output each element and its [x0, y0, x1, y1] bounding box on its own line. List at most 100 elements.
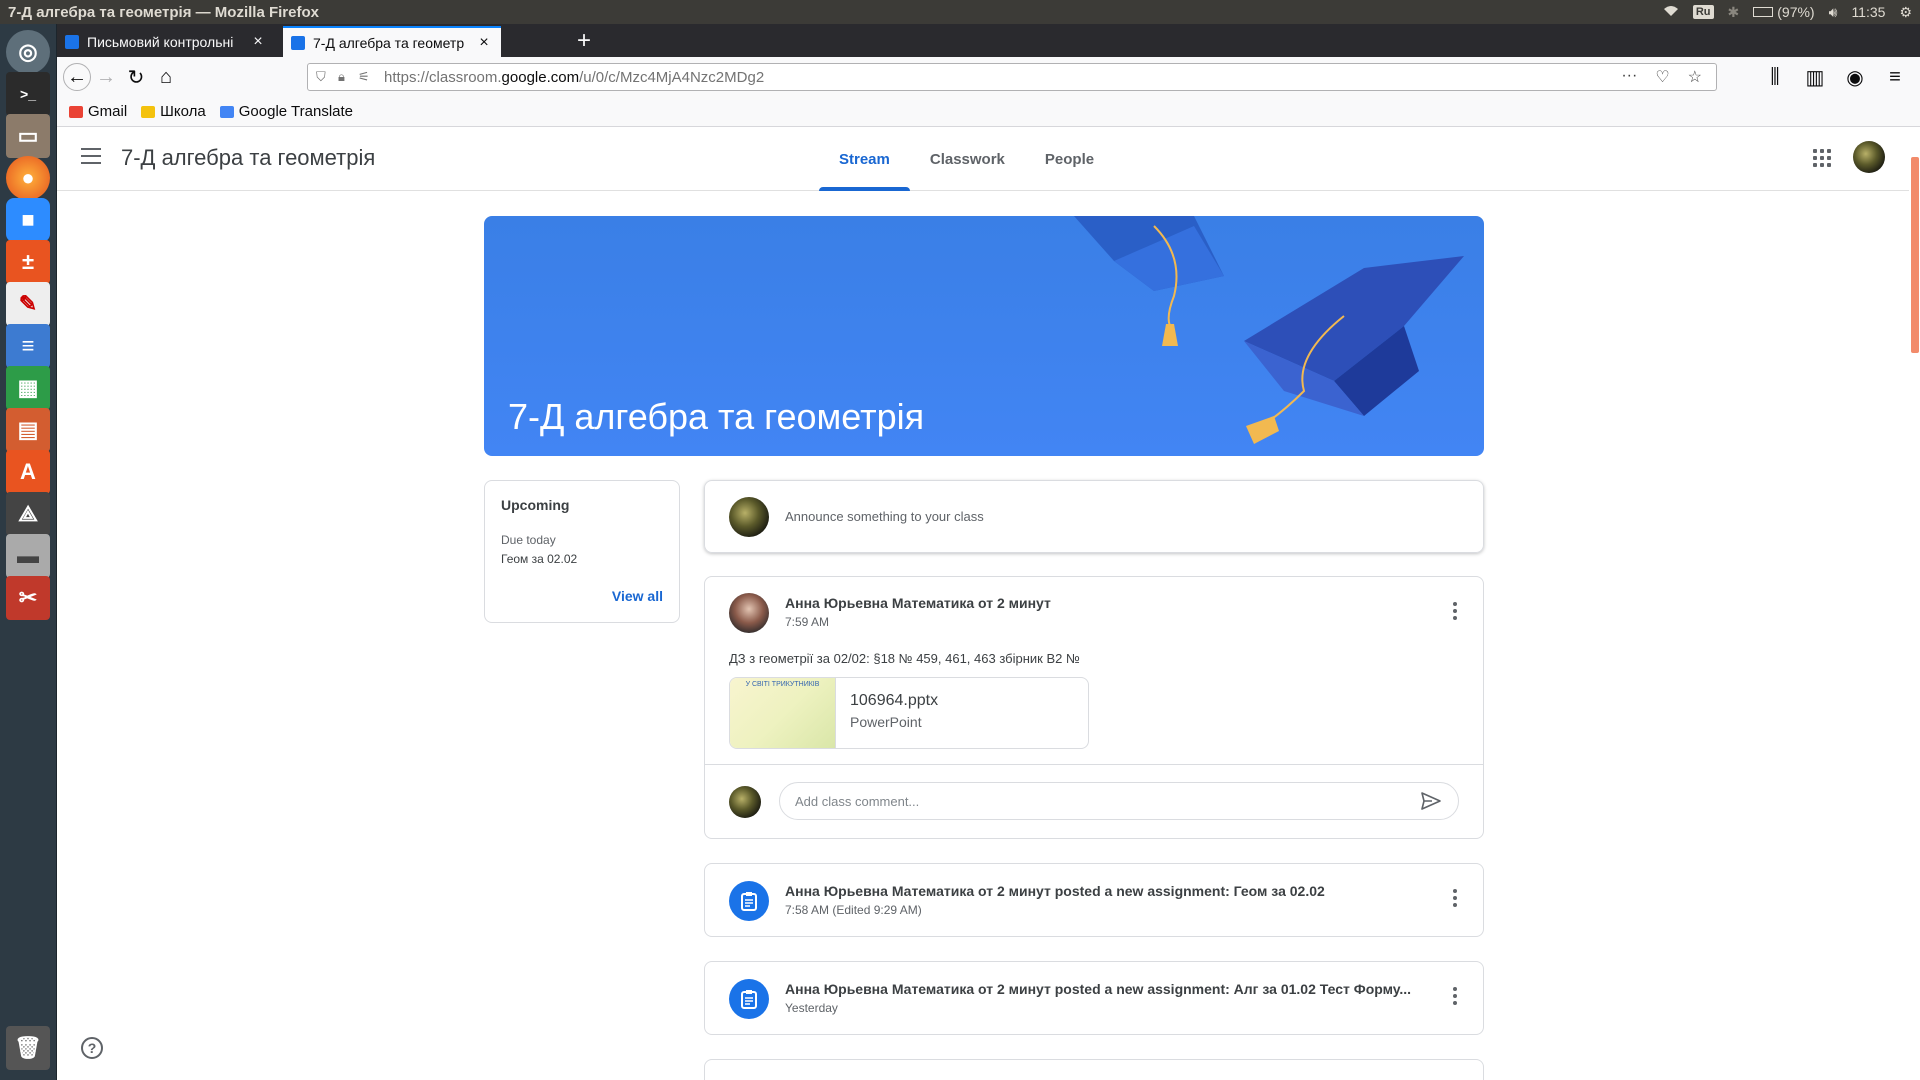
- stream-post-partial: [704, 1059, 1484, 1080]
- class-comment-input[interactable]: Add class comment...: [779, 782, 1459, 820]
- battery-percent: (97%): [1777, 4, 1815, 20]
- assignment-post[interactable]: Анна Юрьевна Математика от 2 минут poste…: [704, 863, 1484, 937]
- back-icon[interactable]: ←: [63, 63, 91, 91]
- battery-indicator[interactable]: (97%): [1753, 4, 1815, 20]
- evince-icon[interactable]: ✎: [6, 282, 50, 326]
- account-avatar[interactable]: [1853, 141, 1885, 173]
- class-title[interactable]: 7-Д алгебра та геометрія: [121, 145, 375, 171]
- upcoming-item[interactable]: Геом за 02.02: [501, 552, 663, 566]
- assignment-title: Анна Юрьевна Математика от 2 минут poste…: [785, 883, 1325, 899]
- more-options-icon[interactable]: [1453, 889, 1457, 910]
- folder-icon: [141, 105, 156, 118]
- user-avatar: [729, 496, 769, 537]
- stream-post: Анна Юрьевна Математика от 2 минут 7:59 …: [704, 576, 1484, 839]
- terminal-icon[interactable]: >_: [6, 72, 50, 116]
- due-today-label: Due today: [501, 533, 556, 547]
- page-scrollbar[interactable]: [1909, 127, 1920, 1080]
- assignment-icon: [729, 881, 769, 921]
- calculator-icon[interactable]: ±: [6, 240, 50, 284]
- view-all-link[interactable]: View all: [612, 588, 663, 604]
- home-icon[interactable]: ⌂: [151, 62, 181, 92]
- url-text: https://classroom.google.com/u/0/c/Mzc4M…: [384, 69, 1621, 86]
- sidebar-icon[interactable]: ▥: [1800, 62, 1830, 92]
- assignment-title: Анна Юрьевна Математика от 2 минут poste…: [785, 981, 1412, 997]
- assignment-time: 7:58 AM (Edited 9:29 AM): [785, 903, 922, 917]
- bookmark-school[interactable]: Школа: [141, 103, 206, 120]
- gmail-icon: [69, 105, 83, 118]
- announce-box[interactable]: Announce something to your class: [704, 480, 1484, 553]
- thumbnail-text: У СВІТІ ТРИКУТНИКІВ: [745, 681, 820, 688]
- settings-gear-icon[interactable]: ⚙: [1899, 4, 1912, 21]
- attachment-card[interactable]: У СВІТІ ТРИКУТНИКІВ 106964.pptx PowerPoi…: [729, 677, 1089, 749]
- bookmark-label: Gmail: [88, 103, 128, 120]
- banner-title: 7-Д алгебра та геометрія: [508, 396, 925, 437]
- forward-icon[interactable]: →: [91, 62, 121, 92]
- software-center-icon[interactable]: A: [6, 450, 50, 494]
- page-actions-icon[interactable]: ···: [1621, 67, 1637, 87]
- reload-icon[interactable]: ↻: [121, 62, 151, 92]
- account-icon[interactable]: ◉: [1840, 62, 1870, 92]
- tracking-shield-icon[interactable]: ⛉: [316, 69, 326, 85]
- writer-icon[interactable]: ≡: [6, 324, 50, 368]
- file-manager-icon[interactable]: ▭: [6, 114, 50, 158]
- more-options-icon[interactable]: [1453, 602, 1457, 623]
- calc-spreadsheet-icon[interactable]: ▦: [6, 366, 50, 410]
- teacher-avatar: [729, 593, 769, 633]
- tab-classwork[interactable]: Classwork: [910, 127, 1025, 191]
- bookmark-star-icon[interactable]: ☆: [1688, 67, 1702, 87]
- ubuntu-dash-icon[interactable]: ◎: [6, 30, 50, 74]
- classroom-favicon: [65, 34, 79, 49]
- drive-icon[interactable]: ▬: [6, 534, 50, 578]
- close-tab-icon[interactable]: ×: [475, 34, 493, 52]
- assignment-post[interactable]: Анна Юрьевна Математика от 2 минут poste…: [704, 961, 1484, 1035]
- url-bar[interactable]: ⛉ 🔒︎ ⚟ https://classroom.google.com/u/0/…: [307, 63, 1717, 91]
- desktop: 7-Д алгебра та геометрія — Mozilla Firef…: [0, 0, 1920, 1080]
- permissions-icon[interactable]: ⚟: [358, 69, 370, 85]
- bookmark-gmail[interactable]: Gmail: [69, 103, 127, 120]
- menu-icon[interactable]: ≡: [1880, 62, 1910, 92]
- remmina-icon[interactable]: ⟁: [6, 492, 50, 536]
- main-menu-icon[interactable]: [81, 148, 101, 164]
- clock[interactable]: 11:35: [1851, 4, 1885, 20]
- send-icon[interactable]: [1420, 791, 1442, 811]
- tab-stream[interactable]: Stream: [819, 127, 910, 191]
- bluetooth-icon[interactable]: ✱: [1728, 4, 1740, 21]
- lock-icon[interactable]: 🔒︎: [338, 69, 345, 85]
- browser-tab-1[interactable]: Письмовий контрольні ×: [57, 26, 275, 57]
- impress-icon[interactable]: ▤: [6, 408, 50, 452]
- attachment-type: PowerPoint: [850, 714, 922, 730]
- tab-label: 7-Д алгебра та геометр: [313, 34, 465, 51]
- close-tab-icon[interactable]: ×: [249, 33, 267, 51]
- tab-people[interactable]: People: [1025, 127, 1114, 191]
- library-icon[interactable]: ⫼: [1760, 62, 1790, 92]
- zoom-icon[interactable]: ■: [6, 198, 50, 242]
- scrollbar-thumb[interactable]: [1911, 157, 1919, 353]
- upcoming-card: Upcoming Due today Геом за 02.02 View al…: [484, 480, 680, 623]
- url-domain: google.com: [501, 68, 580, 86]
- post-header: Анна Юрьевна Математика от 2 минут 7:59 …: [729, 593, 1051, 633]
- volume-icon[interactable]: 🔊︎: [1829, 4, 1838, 21]
- google-apps-icon[interactable]: [1813, 149, 1831, 167]
- trash-icon[interactable]: 🗑︎: [6, 1026, 50, 1070]
- system-settings-icon[interactable]: ✂: [6, 576, 50, 620]
- bookmark-google-translate[interactable]: Google Translate: [219, 103, 353, 120]
- graduation-caps-illustration: [1074, 216, 1464, 444]
- browser-tab-2[interactable]: 7-Д алгебра та геометр ×: [283, 26, 501, 57]
- wifi-icon[interactable]: [1663, 4, 1679, 20]
- attachment-thumbnail: У СВІТІ ТРИКУТНИКІВ: [730, 678, 836, 748]
- firefox-icon[interactable]: ●: [6, 156, 50, 200]
- keyboard-layout-indicator[interactable]: Ru: [1692, 5, 1714, 19]
- help-icon[interactable]: ?: [81, 1037, 103, 1059]
- launcher: ◎ >_ ▭ ● ■ ± ✎ ≡ ▦ ▤ A ⟁ ▬ ✂ 🗑︎: [0, 24, 57, 1080]
- translate-icon: [219, 105, 234, 118]
- more-options-icon[interactable]: [1453, 987, 1457, 1008]
- system-tray: Ru ✱ (97%) 🔊︎ 11:35 ⚙: [1663, 4, 1920, 21]
- url-path: /u/0/c/Mzc4MjA4Nzc2MDg2: [579, 68, 765, 86]
- new-tab-button[interactable]: +: [569, 27, 599, 55]
- user-avatar: [729, 786, 761, 818]
- attachment-name: 106964.pptx: [850, 692, 939, 709]
- post-author: Анна Юрьевна Математика от 2 минут: [785, 595, 1051, 611]
- pocket-icon[interactable]: ♡: [1655, 67, 1669, 87]
- app-header: 7-Д алгебра та геометрія Stream Classwor…: [57, 127, 1909, 191]
- post-time: 7:59 AM: [785, 615, 830, 629]
